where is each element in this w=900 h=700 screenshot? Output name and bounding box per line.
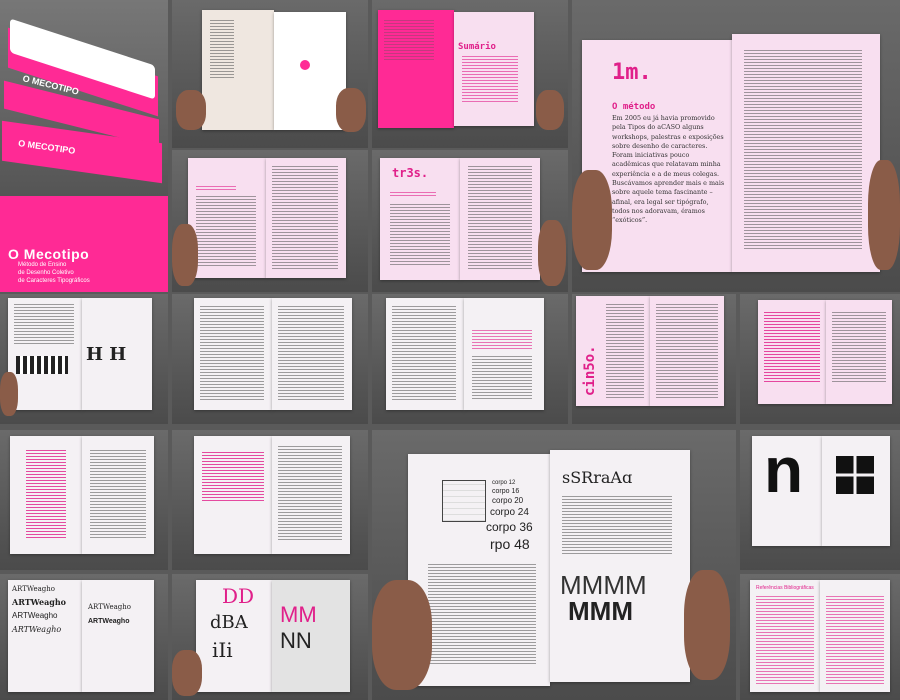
chapter-number: cin5o. [582, 345, 598, 396]
art-sample-2: ARTWeagho [12, 597, 67, 607]
hand-right [868, 160, 900, 270]
toc-list [462, 56, 518, 102]
tile-spread-text-3 [372, 294, 568, 424]
grid-glyph [836, 456, 874, 494]
text-block [272, 166, 338, 270]
hand-right [536, 90, 564, 130]
hand-left [372, 580, 432, 690]
cover-subtitle-2: de Desenho Coletivo [18, 270, 74, 276]
tile-spread-sizes: corpo 12 corpo 16 corpo 20 corpo 24 corp… [372, 430, 736, 700]
text-block [656, 304, 718, 398]
tile-spread-blank [172, 0, 368, 148]
text-block [384, 20, 434, 60]
text-block [390, 204, 450, 266]
size-sample-36: corpo 36 [486, 520, 533, 534]
hand-left [172, 650, 202, 696]
tile-spread-art: ARTWeagho ARTWeagho ARTWeagho ARTWeagho … [0, 574, 168, 700]
references-heading: Referências Bibliográficas [756, 585, 814, 591]
art-sample-4: ARTWeagho [12, 625, 62, 634]
heading-lines [390, 192, 436, 198]
hand-left [572, 170, 612, 270]
hand-right [336, 88, 366, 132]
reference-list [826, 596, 884, 684]
tile-spread-table [740, 294, 900, 424]
m-sample-row-2: MMM [568, 596, 633, 626]
cover-subtitle-3: de Caracteres Tipográficos [18, 278, 90, 284]
aba-sample: dBA [210, 612, 248, 633]
text-block [472, 356, 532, 400]
glyph-sample: sSRraAɑ [562, 468, 633, 487]
text-block [278, 446, 342, 542]
hand-left [172, 224, 198, 286]
table-graphic [832, 312, 886, 382]
tile-spread-sumario: Sumário [372, 0, 568, 148]
heading-lines [196, 186, 236, 192]
hand-right [684, 570, 730, 680]
n-glyph: n [764, 434, 804, 506]
text-block [606, 304, 644, 398]
table-graphic [202, 452, 264, 502]
table-graphic [26, 450, 66, 540]
text-block [196, 196, 256, 268]
tile-book-stack: O MECOTIPO O MECOTIPO [0, 0, 168, 196]
tile-spread-tres: tr3s. [372, 150, 568, 292]
grid-box-graphic [442, 480, 486, 522]
chapter-number: tr3s. [392, 166, 429, 180]
text-block [210, 20, 234, 80]
size-sample-12: corpo 12 [492, 480, 516, 486]
text-block [428, 564, 536, 664]
tile-spread-text [172, 150, 368, 292]
size-sample-16: corpo 16 [492, 488, 520, 495]
art-sample-6: ARTWeagho [88, 618, 130, 625]
hand-right [538, 220, 566, 286]
text-block [744, 50, 862, 250]
text-block [14, 304, 74, 344]
sumario-heading: Sumário [458, 42, 496, 52]
tile-spread-text-2 [172, 294, 368, 424]
m-sample-row-1: MMMM [560, 570, 647, 600]
text-block [200, 306, 264, 402]
page-right [82, 580, 154, 692]
tile-spread-n: n [740, 430, 900, 570]
text-block [562, 496, 672, 556]
table-graphic [764, 312, 820, 382]
chapter-number: 1m. [612, 60, 652, 85]
size-sample-48: rpo 48 [490, 536, 530, 552]
art-sample-3: ARTWeagho [12, 611, 58, 620]
cover-title: O Mecotipo [8, 246, 90, 262]
tile-spread-cinco: cin5o. [572, 294, 736, 424]
text-block [278, 306, 344, 402]
chapter-title: O método [612, 102, 656, 112]
dd-sample: DD [222, 584, 255, 608]
hh-sample: H H [86, 344, 127, 365]
tile-cover-title: O Mecotipo Método de Ensino de Desenho C… [0, 196, 168, 292]
chapter-body: Em 2005 eu já havia promovido pela Tipos… [612, 114, 725, 225]
tile-spread-table-2 [0, 430, 168, 570]
table-graphic [90, 450, 146, 540]
bar-chart-graphic [16, 356, 68, 374]
art-sample-1: ARTWeagho [12, 585, 56, 593]
text-block [468, 166, 532, 270]
logo-mark [300, 60, 310, 70]
tile-spread-glyphs: DD dBA iIi MM NN [172, 574, 368, 700]
reference-list [756, 596, 814, 684]
tile-spread-metodo: 1m. O método Em 2005 eu já havia promovi… [572, 0, 900, 292]
mm-sample: MM [280, 602, 317, 627]
hand-left [176, 90, 206, 130]
text-block [392, 306, 456, 402]
nn-sample: NN [280, 628, 312, 653]
ili-sample: iIi [212, 638, 233, 662]
size-sample-24: corpo 24 [490, 507, 529, 518]
tile-spread-hh: H H [0, 294, 168, 424]
art-sample-5: ARTWeagho [88, 603, 132, 611]
highlight-box [472, 330, 532, 350]
hand-left [0, 372, 18, 416]
cover-subtitle-1: Método de Ensino [18, 262, 67, 268]
tile-spread-table-3 [172, 430, 368, 570]
tile-spread-referencias: Referências Bibliográficas [740, 574, 900, 700]
size-sample-20: corpo 20 [492, 496, 524, 505]
